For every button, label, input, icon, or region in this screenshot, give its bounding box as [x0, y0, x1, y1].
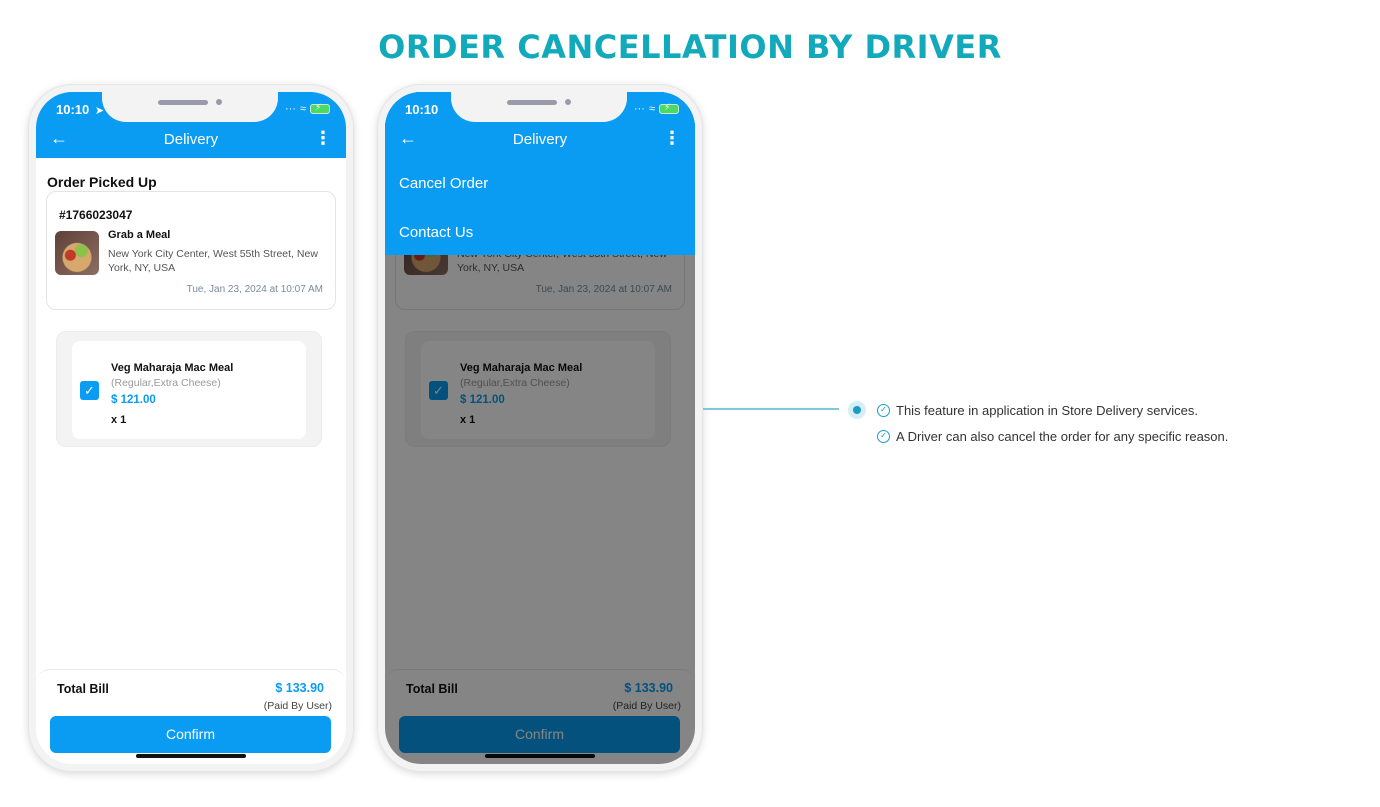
list-item: ✓ Veg Maharaja Mac Meal (Regular,Extra C…: [72, 341, 306, 439]
item-list: ✓ Veg Maharaja Mac Meal (Regular,Extra C…: [56, 331, 322, 447]
phone-frame-order-details: 10:10 ➤ ··· ≈ ← Delivery ⋮ Order Picked …: [28, 84, 354, 772]
store-image: [55, 231, 99, 275]
wifi-icon: ≈: [648, 103, 655, 115]
callout-connector-line: [703, 408, 839, 410]
app-bar-title: Delivery: [163, 131, 219, 148]
total-bill-label: Total Bill: [57, 682, 109, 696]
location-arrow-icon: ➤: [94, 105, 105, 117]
item-price: $ 121.00: [111, 394, 156, 406]
item-name: Veg Maharaja Mac Meal: [111, 362, 234, 374]
bill-footer: Total Bill $ 133.90 (Paid By User) Confi…: [36, 669, 346, 764]
item-checkbox[interactable]: ✓: [80, 381, 99, 400]
battery-charging-icon: [659, 102, 679, 114]
item-quantity: x 1: [111, 414, 127, 426]
home-indicator: [136, 754, 246, 758]
status-icons: ··· ≈: [633, 102, 679, 115]
status-time: 10:10 ➤: [56, 102, 104, 117]
speaker: [158, 100, 208, 105]
store-name: Grab a Meal: [108, 229, 171, 241]
page-title: ORDER CANCELLATION BY DRIVER: [378, 28, 1002, 66]
order-date: Tue, Jan 23, 2024 at 10:07 AM: [186, 284, 323, 295]
signal-icon: ···: [284, 103, 296, 115]
order-id: #1766023047: [59, 208, 133, 222]
camera: [216, 99, 222, 105]
paid-by-note: (Paid By User): [263, 700, 332, 712]
feature-point: ✓ This feature in application in Store D…: [877, 403, 1198, 418]
camera: [565, 99, 571, 105]
status-time-text: 10:10: [56, 102, 90, 117]
signal-icon: ···: [633, 103, 645, 115]
speaker: [507, 100, 557, 105]
phone-screen: 10:10 ➤ ··· ≈ ← Delivery ⋮ Order Picked …: [36, 92, 346, 764]
order-status-title: Order Picked Up: [47, 174, 157, 190]
feature-text: A Driver can also cancel the order for a…: [896, 429, 1229, 444]
app-bar: ← Delivery ⋮: [36, 122, 346, 158]
more-options-icon[interactable]: ⋮: [663, 128, 681, 149]
item-options: (Regular,Extra Cheese): [111, 377, 221, 389]
order-card: #1766023047 Grab a Meal New York City Ce…: [46, 191, 336, 310]
phone-frame-menu-open: Order Picked Up #1766023047 Grab a Meal …: [377, 84, 703, 772]
menu-item-contact-us[interactable]: Contact Us: [399, 224, 473, 241]
options-menu: 10:10 ··· ≈ ← Delivery ⋮ Cancel Order Co…: [385, 92, 695, 255]
phone-screen: Order Picked Up #1766023047 Grab a Meal …: [385, 92, 695, 764]
more-options-icon[interactable]: ⋮: [314, 128, 332, 149]
check-circle-icon: ✓: [877, 430, 890, 443]
notch: [102, 92, 278, 122]
confirm-button[interactable]: Confirm: [50, 716, 331, 753]
app-bar: ← Delivery ⋮: [385, 122, 695, 158]
status-time: 10:10: [405, 102, 439, 117]
app-bar-title: Delivery: [512, 131, 568, 148]
store-address: New York City Center, West 55th Street, …: [108, 248, 318, 274]
battery-charging-icon: [310, 102, 330, 114]
status-icons: ··· ≈: [284, 102, 330, 115]
notch: [451, 92, 627, 122]
callout-dot-icon: [848, 401, 866, 419]
menu-item-cancel-order[interactable]: Cancel Order: [399, 175, 488, 192]
callout-dot-center: [853, 406, 861, 414]
wifi-icon: ≈: [299, 103, 306, 115]
check-circle-icon: ✓: [877, 404, 890, 417]
feature-text: This feature in application in Store Del…: [896, 403, 1199, 418]
total-bill-value: $ 133.90: [275, 681, 324, 695]
feature-point: ✓ A Driver can also cancel the order for…: [877, 429, 1228, 444]
